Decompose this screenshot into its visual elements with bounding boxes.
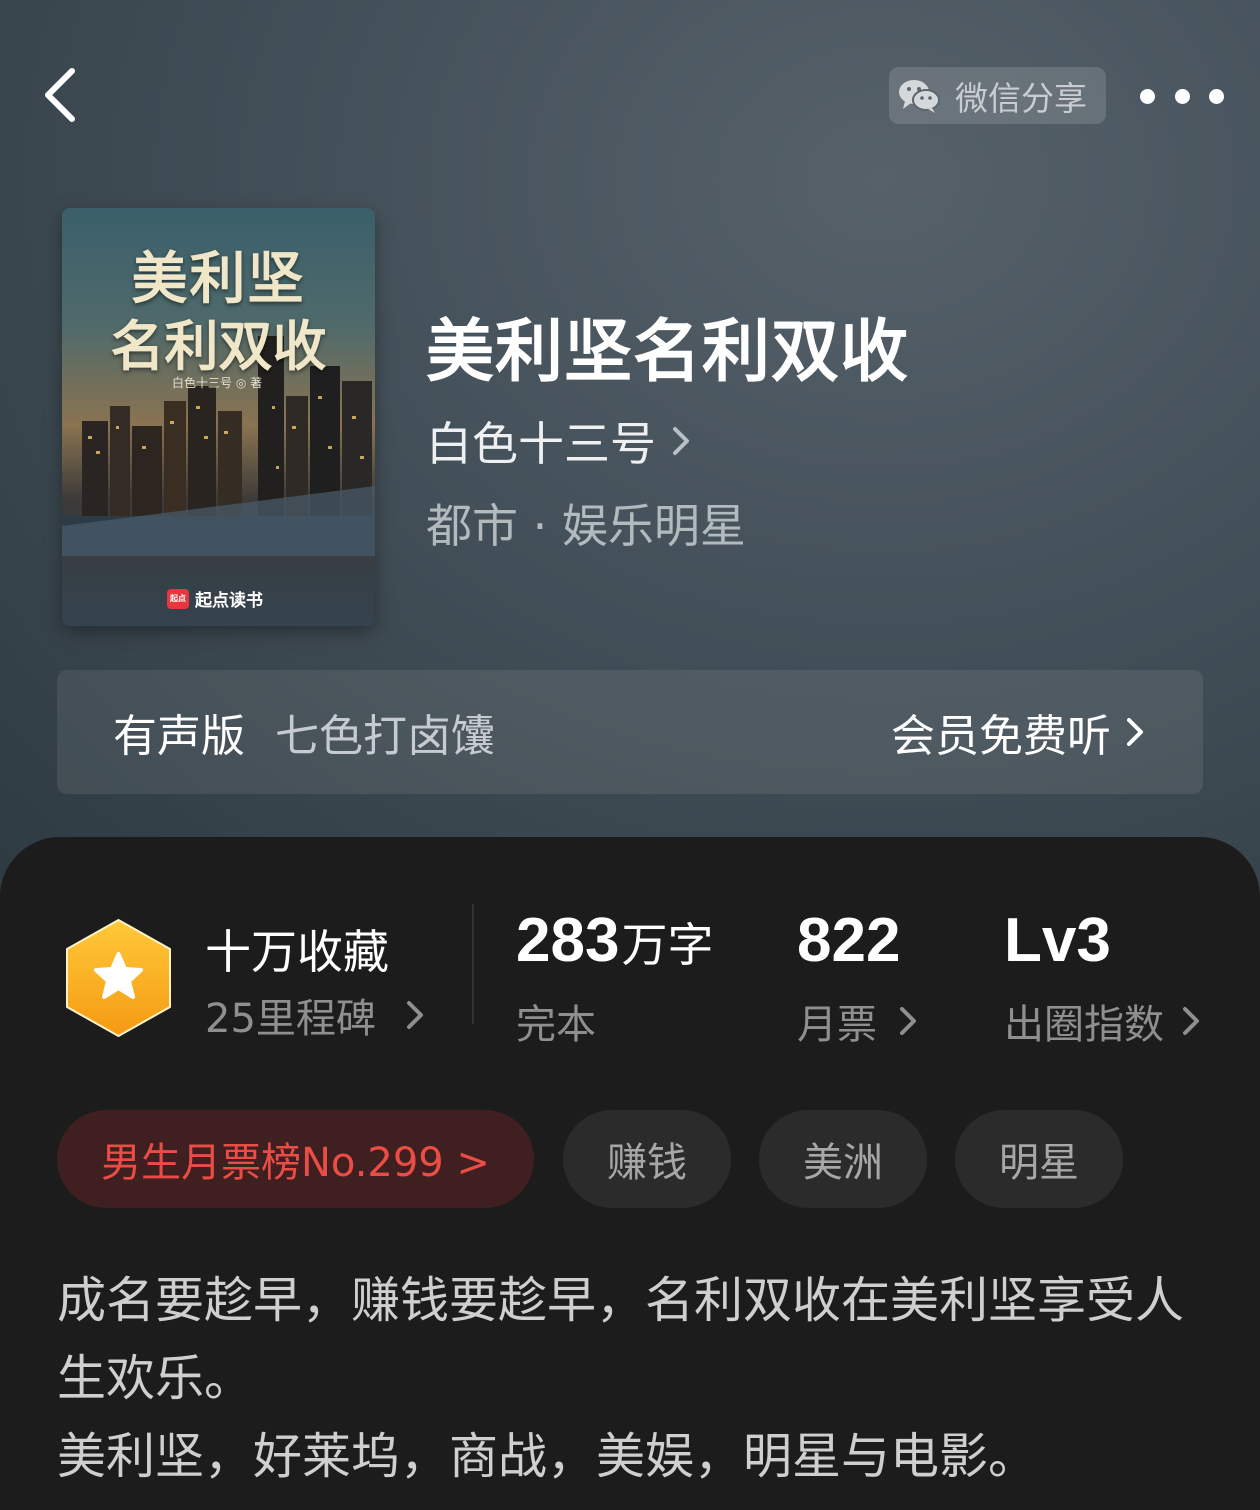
word-count-unit: 万字 [621,918,714,972]
book-title: 美利坚名利双收 [426,312,910,392]
member-free-listen-label: 会员免费听 [891,711,1111,762]
chevron-left-icon [45,68,75,122]
word-count: 283 万字 [516,905,713,976]
cover-brand: 起点 起点读书 [167,586,263,611]
book-cover[interactable]: 美利坚 名利双收 白色十三号 ◎ 著 起点 起点读书 [62,208,375,626]
description-line: 成名要趁早，赚钱要趁早，名利双收在美利坚享受人生欢乐。 [57,1272,1185,1407]
collection-milestone-link[interactable]: 25里程碑 [205,986,424,1044]
collection-milestone-title: 十万收藏 [205,925,389,979]
circle-index-value[interactable]: Lv3 [1004,905,1111,976]
more-button[interactable] [1140,78,1224,114]
more-dot-icon [1140,88,1155,104]
wechat-icon [899,79,940,113]
member-free-listen-link[interactable]: 会员免费听 [891,670,1145,794]
cover-author: 白色十三号 ◎ 著 [172,376,263,390]
qidian-logo-icon: 起点 [167,588,189,609]
stats-divider [472,904,474,1024]
audio-version-bar[interactable]: 有声版 七色打卤馕 会员免费听 [57,670,1203,794]
chevron-right-icon [1183,1007,1199,1035]
more-dot-icon [1174,88,1190,104]
cover-title-line2: 名利双收 [110,314,327,378]
chevron-right-icon [1127,718,1143,746]
tag-chip[interactable]: 美洲 [759,1110,927,1208]
completion-status: 完本 [516,1002,596,1048]
audio-label: 有声版 [113,711,245,762]
chevron-right-icon [673,427,689,455]
word-count-number: 283 [516,906,620,975]
chevron-right-icon [406,1001,423,1029]
star-badge-icon [66,919,171,1037]
description-line: 美利坚，好莱坞，商战，美娱，明星与电影。 [57,1428,1038,1485]
wechat-share-button[interactable]: 微信分享 [889,67,1106,124]
cover-brand-label: 起点读书 [195,591,263,611]
back-button[interactable] [30,60,90,130]
tag-chip[interactable]: 赚钱 [563,1110,731,1208]
monthly-tickets-label: 月票 [797,1002,877,1048]
tag-chip[interactable]: 明星 [955,1110,1123,1208]
audio-narrator: 七色打卤馕 [275,711,495,762]
monthly-tickets-link[interactable]: 月票 [797,992,917,1050]
author-link[interactable]: 白色十三号 [426,408,692,474]
share-label: 微信分享 [955,78,1087,118]
monthly-tickets-value[interactable]: 822 [797,905,900,976]
circle-index-label: 出圈指数 [1004,1002,1164,1048]
author-name: 白色十三号 [426,417,656,471]
circle-index-link[interactable]: 出圈指数 [1004,992,1200,1050]
book-genre: 都市 · 娱乐明星 [426,499,746,553]
more-dot-icon [1209,88,1224,104]
chevron-right-icon [900,1007,916,1035]
monthly-ticket-rank-tag[interactable]: 男生月票榜No.299 > [57,1110,534,1208]
book-description[interactable]: 成名要趁早，赚钱要趁早，名利双收在美利坚享受人生欢乐。 美利坚，好莱坞，商战，美… [57,1262,1207,1496]
collection-milestone-sub: 25里程碑 [205,996,376,1042]
